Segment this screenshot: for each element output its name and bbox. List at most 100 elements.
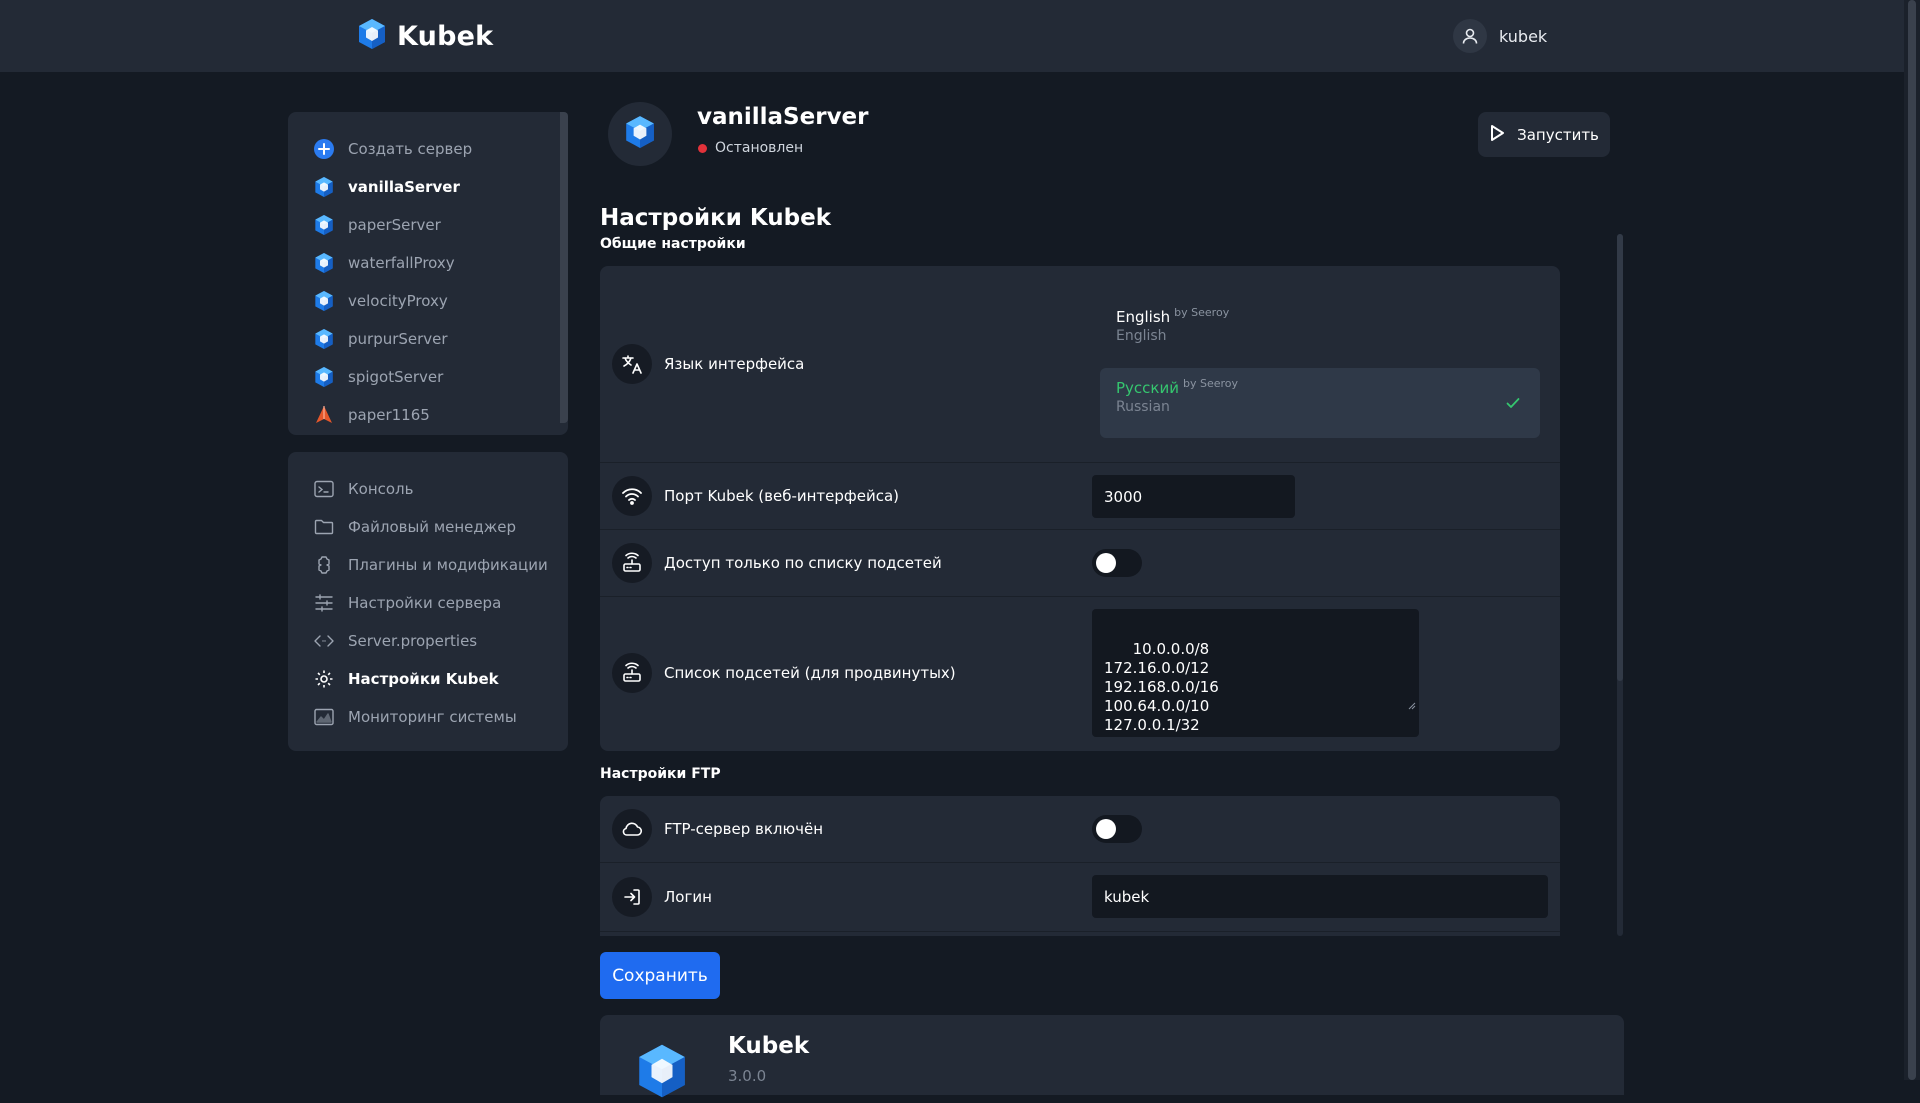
port-row: Порт Kubek (веб-интерфейса) bbox=[600, 463, 1560, 530]
code-icon bbox=[312, 629, 336, 653]
sidebar-menu-item[interactable]: Мониторинг системы bbox=[312, 698, 548, 736]
sidebar-menu-item[interactable]: Настройки Kubek bbox=[312, 660, 548, 698]
sidebar-server-item-label: spigotServer bbox=[348, 368, 444, 386]
check-icon bbox=[1506, 394, 1520, 413]
sidebar-server-item-label: paperServer bbox=[348, 216, 441, 234]
top-header: Kubek kubek bbox=[0, 0, 1904, 72]
sidebar-menu-item[interactable]: Плагины и модификации bbox=[312, 546, 548, 584]
general-settings-title: Общие настройки bbox=[600, 236, 746, 252]
paper-plane-icon bbox=[312, 403, 336, 427]
user-menu[interactable]: kubek bbox=[1453, 19, 1547, 53]
server-menu-list: Консоль Файловый менеджер Плагины и модифи… bbox=[312, 470, 548, 736]
resize-grip-icon[interactable] bbox=[1370, 677, 1416, 734]
page-scrollbar-thumb[interactable] bbox=[1908, 0, 1916, 1080]
language-option-native: Russian bbox=[1116, 399, 1170, 415]
about-version: 3.0.0 bbox=[728, 1067, 767, 1085]
app-logo[interactable]: Kubek bbox=[357, 17, 493, 55]
sidebar-menu-item[interactable]: Настройки сервера bbox=[312, 584, 548, 622]
sidebar-menu-item[interactable]: Консоль bbox=[312, 470, 548, 508]
sidebar-menu-item-label: Консоль bbox=[348, 480, 414, 498]
language-option-russian[interactable]: Русский by Seeroy Russian bbox=[1100, 368, 1540, 438]
folder-icon bbox=[312, 515, 336, 539]
toggle-knob bbox=[1096, 553, 1116, 573]
status-text: Остановлен bbox=[715, 140, 804, 156]
ftp-login-label-group: Логин bbox=[612, 877, 712, 917]
subnet-list-textarea[interactable]: 10.0.0.0/8 172.16.0.0/12 192.168.0.0/16 … bbox=[1092, 609, 1419, 737]
content-scrollbar-thumb[interactable] bbox=[1617, 234, 1623, 681]
port-input[interactable] bbox=[1092, 475, 1295, 518]
subnet-list-row: Список подсетей (для продвинутых) 10.0.0… bbox=[600, 597, 1560, 751]
language-option-name: Русский bbox=[1116, 379, 1179, 397]
sidebar-server-item[interactable]: spigotServer bbox=[312, 358, 472, 396]
language-label: Язык интерфейса bbox=[664, 355, 805, 373]
sidebar-server-item[interactable]: velocityProxy bbox=[312, 282, 472, 320]
sidebar-server-item[interactable]: waterfallProxy bbox=[312, 244, 472, 282]
server-cube-icon bbox=[312, 251, 336, 275]
sidebar-server-item[interactable]: paper1165 bbox=[312, 396, 472, 434]
sidebar-menu-item-label: Файловый менеджер bbox=[348, 518, 517, 536]
about-card: Kubek 3.0.0 bbox=[600, 1015, 1624, 1098]
ftp-enabled-toggle[interactable] bbox=[1092, 815, 1142, 843]
sidebar-server-item[interactable]: vanillaServer bbox=[312, 168, 472, 206]
kubek-cube-icon bbox=[634, 1043, 690, 1103]
server-avatar bbox=[608, 102, 672, 166]
ftp-settings-box: FTP-сервер включён Логин bbox=[600, 796, 1560, 936]
page-title: Настройки Kubek bbox=[600, 205, 831, 231]
subnet-access-label: Доступ только по списку подсетей bbox=[664, 554, 942, 572]
sidebar-server-item-label: velocityProxy bbox=[348, 292, 448, 310]
sidebar-menu-item-label: Настройки Kubek bbox=[348, 670, 499, 688]
about-title: Kubek bbox=[728, 1033, 810, 1059]
server-name: vanillaServer bbox=[697, 104, 869, 130]
login-icon bbox=[612, 877, 652, 917]
ftp-login-input[interactable] bbox=[1092, 875, 1548, 918]
sidebar-server-item[interactable]: paperServer bbox=[312, 206, 472, 244]
sliders-icon bbox=[312, 591, 336, 615]
ftp-enabled-row: FTP-сервер включён bbox=[600, 796, 1560, 863]
server-cube-icon bbox=[624, 115, 656, 153]
language-option-english[interactable]: English by Seeroy English bbox=[1100, 297, 1540, 367]
toggle-knob bbox=[1096, 819, 1116, 839]
sidebar-menu-item[interactable]: Файловый менеджер bbox=[312, 508, 548, 546]
server-cube-icon bbox=[312, 365, 336, 389]
general-settings-box: Язык интерфейса English by Seeroy English… bbox=[600, 266, 1560, 751]
server-status: Остановлен bbox=[698, 140, 803, 156]
sidebar-menu-item-label: Server.properties bbox=[348, 632, 478, 650]
ftp-settings-title: Настройки FTP bbox=[600, 766, 721, 782]
puzzle-icon bbox=[312, 553, 336, 577]
sidebar-server-item[interactable]: Создать сервер bbox=[312, 130, 472, 168]
sidebar-server-item[interactable]: purpurServer bbox=[312, 320, 472, 358]
language-label-group: Язык интерфейса bbox=[612, 344, 804, 384]
ftp-enabled-label: FTP-сервер включён bbox=[664, 820, 824, 838]
start-server-label: Запустить bbox=[1517, 125, 1599, 144]
monitor-chart-icon bbox=[312, 705, 336, 729]
sidebar-menu-item-label: Настройки сервера bbox=[348, 594, 502, 612]
sidebar-server-item-label: Создать сервер bbox=[348, 140, 473, 158]
subnet-list-label: Список подсетей (для продвинутых) bbox=[664, 664, 956, 682]
subnet-access-toggle[interactable] bbox=[1092, 549, 1142, 577]
servers-scrollbar[interactable] bbox=[560, 112, 568, 423]
ftp-login-row: Логин bbox=[600, 863, 1560, 932]
subnet-access-row: Доступ только по списку подсетей bbox=[600, 530, 1560, 597]
translate-icon bbox=[612, 344, 652, 384]
plus-circle-icon bbox=[312, 137, 336, 161]
start-server-button[interactable]: Запустить bbox=[1478, 112, 1610, 157]
subnet-list-label-group: Список подсетей (для продвинутых) bbox=[612, 653, 956, 693]
router-icon bbox=[612, 543, 652, 583]
user-icon bbox=[1453, 19, 1487, 53]
sidebar-server-item-label: paper1165 bbox=[348, 406, 430, 424]
subnet-list-text: 10.0.0.0/8 172.16.0.0/12 192.168.0.0/16 … bbox=[1104, 640, 1219, 734]
sidebar-menu-item[interactable]: Server.properties bbox=[312, 622, 548, 660]
save-button[interactable]: Сохранить bbox=[600, 952, 720, 999]
ftp-enabled-label-group: FTP-сервер включён bbox=[612, 809, 823, 849]
server-cube-icon bbox=[312, 327, 336, 351]
router-icon bbox=[612, 653, 652, 693]
language-row: Язык интерфейса English by Seeroy English… bbox=[600, 266, 1560, 463]
server-cube-icon bbox=[312, 175, 336, 199]
console-icon bbox=[312, 477, 336, 501]
servers-list: Создать сервер vanillaServer paperServer wa… bbox=[312, 130, 472, 434]
language-option-native: English bbox=[1116, 328, 1167, 344]
server-cube-icon bbox=[312, 213, 336, 237]
port-label-group: Порт Kubek (веб-интерфейса) bbox=[612, 476, 899, 516]
server-menu-panel: Консоль Файловый менеджер Плагины и модифи… bbox=[288, 452, 568, 751]
servers-panel: Создать сервер vanillaServer paperServer wa… bbox=[288, 112, 568, 435]
